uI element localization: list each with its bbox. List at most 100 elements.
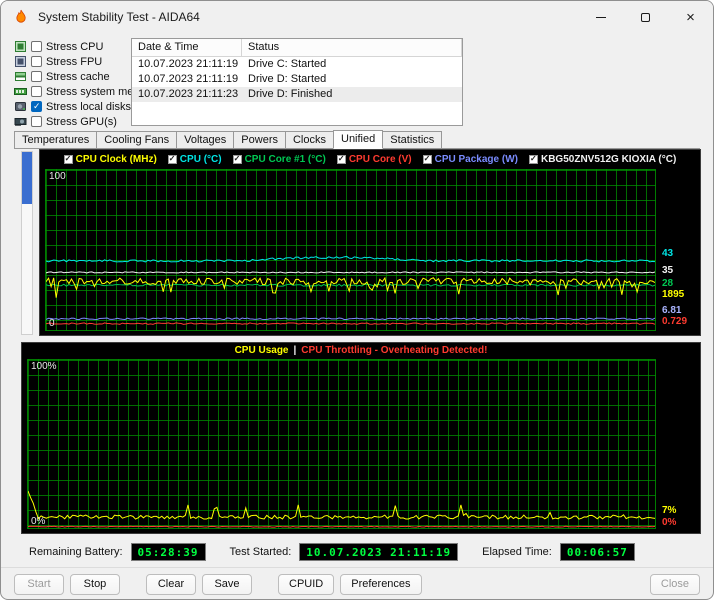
stress-memory-checkbox[interactable] bbox=[31, 86, 42, 97]
stress-option-label: Stress CPU bbox=[46, 40, 104, 53]
legend-checkbox[interactable] bbox=[528, 154, 538, 164]
window-title: System Stability Test - AIDA64 bbox=[38, 10, 200, 24]
legend-item[interactable]: KBG50ZNV512G KIOXIA (°C) bbox=[528, 153, 677, 165]
battery-label: Remaining Battery: bbox=[29, 546, 123, 558]
stress-disks-checkbox[interactable] bbox=[31, 101, 42, 112]
y-axis-max-label: 100 bbox=[49, 171, 66, 182]
start-button[interactable]: Start bbox=[14, 573, 64, 595]
stress-options: Stress CPU Stress FPU Stress cache Stres… bbox=[14, 40, 158, 128]
memory-icon bbox=[14, 85, 27, 98]
cpu-usage-chart-title: CPU Usage | CPU Throttling - Overheating… bbox=[22, 343, 700, 358]
legend-label: CPU Core (V) bbox=[348, 153, 412, 165]
legend-checkbox[interactable] bbox=[336, 154, 346, 164]
legend-item[interactable]: CPU (°C) bbox=[167, 153, 222, 165]
elapsed-time-display: 00:06:57 bbox=[559, 543, 635, 561]
graphs-scrollbar[interactable] bbox=[21, 151, 33, 335]
log-datetime: 10.07.2023 21:11:19 bbox=[138, 58, 239, 70]
stress-cpu-checkbox[interactable] bbox=[31, 41, 42, 52]
legend-item[interactable]: CPU Core #1 (°C) bbox=[232, 153, 326, 165]
log-datetime: 10.07.2023 21:11:23 bbox=[138, 88, 239, 100]
stress-gpu-checkbox[interactable] bbox=[31, 116, 42, 127]
tab-statistics[interactable]: Statistics bbox=[382, 131, 443, 148]
throttling-warning: CPU Throttling - Overheating Detected! bbox=[301, 345, 488, 356]
elapsed-time-label: Elapsed Time: bbox=[482, 546, 552, 558]
stop-button[interactable]: Stop bbox=[70, 573, 120, 595]
cpu-usage-lines bbox=[28, 360, 655, 528]
chart-legend: CPU Clock (MHz) CPU (°C) CPU Core #1 (°C… bbox=[40, 150, 700, 168]
preferences-button[interactable]: Preferences bbox=[340, 573, 422, 595]
legend-item[interactable]: CPU Package (W) bbox=[422, 154, 518, 165]
value-label: 6.81 bbox=[662, 305, 682, 317]
stress-option-disks[interactable]: Stress local disks bbox=[14, 100, 132, 113]
stress-fpu-checkbox[interactable] bbox=[31, 56, 42, 67]
log-datetime: 10.07.2023 21:11:19 bbox=[138, 73, 239, 85]
minimize-icon bbox=[595, 16, 606, 18]
value-label: 35 bbox=[662, 264, 674, 276]
stress-option-cpu[interactable]: Stress CPU bbox=[14, 40, 132, 53]
stress-option-memory[interactable]: Stress system memory bbox=[14, 85, 158, 98]
tab-unified[interactable]: Unified bbox=[333, 130, 384, 149]
close-button[interactable]: × bbox=[668, 1, 713, 33]
legend-checkbox[interactable] bbox=[167, 154, 177, 164]
log-status: Drive D: Started bbox=[248, 73, 327, 85]
test-started-label: Test Started: bbox=[229, 546, 292, 558]
cpu-usage-title: CPU Usage bbox=[234, 345, 289, 356]
legend-label: CPU Core #1 (°C) bbox=[244, 153, 326, 165]
event-log-table[interactable]: Date & Time Status 10.07.2023 21:11:19 D… bbox=[131, 38, 463, 126]
value-label: 0% bbox=[662, 517, 677, 529]
fpu-icon bbox=[14, 55, 27, 68]
sensor-chart: CPU Clock (MHz) CPU (°C) CPU Core #1 (°C… bbox=[39, 149, 701, 336]
legend-checkbox[interactable] bbox=[422, 154, 432, 164]
stress-option-cache[interactable]: Stress cache bbox=[14, 70, 132, 83]
button-divider bbox=[1, 567, 713, 568]
log-status: Drive C: Started bbox=[248, 58, 327, 70]
save-button[interactable]: Save bbox=[202, 573, 252, 595]
test-started-display: 10.07.2023 21:11:19 bbox=[299, 543, 459, 561]
log-row[interactable]: 10.07.2023 21:11:19 Drive C: Started bbox=[132, 57, 462, 72]
close-dialog-button[interactable]: Close bbox=[649, 573, 700, 595]
sensor-lines bbox=[46, 170, 655, 330]
y-axis-min-label: 0% bbox=[31, 516, 46, 527]
battery-value-display: 05:28:39 bbox=[130, 543, 206, 561]
y-axis-min-label: 0 bbox=[49, 318, 55, 329]
title-separator: | bbox=[293, 345, 297, 356]
legend-label: CPU Clock (MHz) bbox=[75, 153, 157, 165]
stress-option-fpu[interactable]: Stress FPU bbox=[14, 55, 132, 68]
legend-item[interactable]: CPU Clock (MHz) bbox=[63, 153, 157, 165]
tab-clocks[interactable]: Clocks bbox=[284, 131, 334, 148]
log-row[interactable]: 10.07.2023 21:11:23 Drive D: Finished bbox=[132, 87, 462, 102]
current-value-labels: 43 35 28 1895 6.81 0.729 bbox=[657, 169, 700, 331]
titlebar: System Stability Test - AIDA64 × bbox=[1, 1, 713, 33]
action-buttons: Start Stop Clear Save CPUID Preferences … bbox=[14, 573, 700, 595]
maximize-button[interactable] bbox=[623, 1, 668, 33]
sensor-plot-area: 100 0 bbox=[45, 169, 656, 331]
tab-cooling-fans[interactable]: Cooling Fans bbox=[96, 131, 178, 148]
column-header-datetime[interactable]: Date & Time bbox=[132, 39, 242, 56]
y-axis-max-label: 100% bbox=[31, 361, 57, 372]
value-label: 1895 bbox=[662, 288, 685, 300]
tab-powers[interactable]: Powers bbox=[233, 131, 286, 148]
legend-label: KBG50ZNV512G KIOXIA (°C) bbox=[540, 153, 677, 165]
value-label: 28 bbox=[662, 277, 674, 289]
legend-checkbox[interactable] bbox=[232, 154, 242, 164]
system-stability-test-window: System Stability Test - AIDA64 × Stress … bbox=[0, 0, 714, 600]
stress-option-gpu[interactable]: Stress GPU(s) bbox=[14, 115, 132, 128]
legend-checkbox[interactable] bbox=[63, 154, 73, 164]
scrollbar-thumb[interactable] bbox=[22, 152, 32, 204]
aida64-flame-icon bbox=[13, 9, 29, 25]
column-header-status[interactable]: Status bbox=[242, 39, 462, 56]
clear-button[interactable]: Clear bbox=[146, 573, 196, 595]
value-label: 7% bbox=[662, 505, 677, 517]
stress-cache-checkbox[interactable] bbox=[31, 71, 42, 82]
current-value-labels: 7% 0% bbox=[657, 359, 700, 529]
status-bar: Remaining Battery: 05:28:39 Test Started… bbox=[29, 542, 635, 562]
legend-label: CPU (°C) bbox=[179, 153, 222, 165]
minimize-button[interactable] bbox=[578, 1, 623, 33]
value-label: 43 bbox=[662, 248, 674, 260]
cpuid-button[interactable]: CPUID bbox=[278, 573, 335, 595]
legend-item[interactable]: CPU Core (V) bbox=[336, 153, 412, 165]
tab-voltages[interactable]: Voltages bbox=[176, 131, 235, 148]
tab-temperatures[interactable]: Temperatures bbox=[14, 131, 98, 148]
log-row[interactable]: 10.07.2023 21:11:19 Drive D: Started bbox=[132, 72, 462, 87]
window-controls: × bbox=[578, 1, 713, 33]
